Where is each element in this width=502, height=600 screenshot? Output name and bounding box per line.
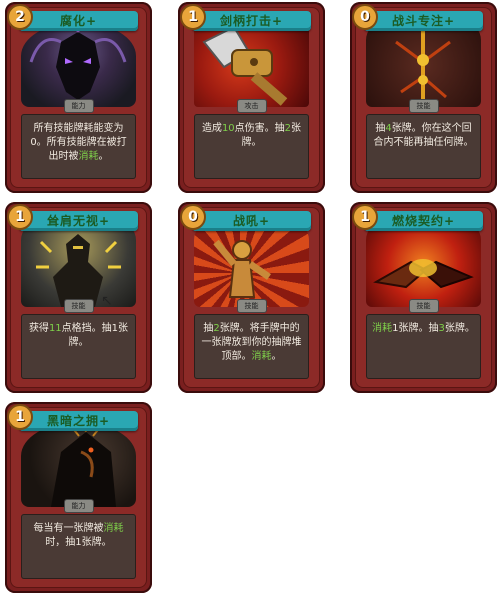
card-banner: 耸肩无视+ [19,211,138,231]
card-shrug-it-off[interactable]: 耸肩无视+ 1 技能 获得11点格挡。抽1张牌。 [5,202,152,393]
description-text: 时，抽1张牌。 [45,537,112,548]
card-description: 所有技能牌耗能变为0。所有技能牌在被打出时被消耗。 [21,114,136,179]
card-battle-trance[interactable]: 战斗专注+ 0 技能 抽4张牌。你在这个回合内不能再抽任何牌。 [350,2,497,193]
description-text: 每当有一张牌被 [33,523,104,534]
energy-cost: 0 [180,204,206,230]
card-banner: 战斗专注+ [364,11,483,31]
card-corruption[interactable]: 腐化+ 2 能力 所有技能牌耗能变为0。所有技能牌在被打出时被消耗。 [5,2,152,193]
description-text: 获得 [28,323,49,334]
description-text: 点伤害。抽 [234,123,285,134]
card-title: 剑柄打击+ [219,14,284,28]
description-text: 1张牌。抽 [392,323,439,334]
card-type: 技能 [237,300,266,312]
card-art [21,22,136,107]
card-burning-pact[interactable]: 燃烧契约+ 1 技能 消耗1张牌。抽3张牌。 [350,202,497,393]
card-type: 技能 [409,100,438,112]
card-type: 能力 [64,100,93,112]
description-text: 。 [271,351,282,362]
card-art [21,222,136,307]
mouse-cursor-icon: ↖ [101,293,113,309]
card-art [366,22,481,107]
card-description: 造成10点伤害。抽2张牌。 [194,114,309,179]
card-art [194,22,309,107]
energy-cost: 1 [180,4,206,30]
card-type: 攻击 [237,100,266,112]
energy-cost: 1 [7,404,33,430]
card-art [366,222,481,307]
keyword-highlight: 消耗 [78,151,99,162]
card-title: 腐化+ [59,14,98,28]
card-banner: 战吼+ [192,211,311,231]
keyword-highlight: 消耗 [372,323,393,334]
keyword-highlight: 10 [221,123,235,134]
card-type: 技能 [64,300,93,312]
card-description: 消耗1张牌。抽3张牌。 [366,314,481,379]
description-text: 张牌。 [444,323,475,334]
card-banner: 黑暗之拥+ [19,411,138,431]
card-title: 战斗专注+ [391,14,456,28]
description-text: 点格挡。抽1张牌。 [61,323,129,348]
card-title: 黑暗之拥+ [46,414,111,428]
keyword-highlight: 消耗 [251,351,272,362]
card-title: 耸肩无视+ [46,214,111,228]
keyword-highlight: 消耗 [103,523,124,534]
description-text: 造成 [201,123,222,134]
card-title: 燃烧契约+ [391,214,456,228]
card-warcry[interactable]: 战吼+ 0 技能 抽2张牌。将手牌中的一张牌放到你的抽牌堆顶部。消耗。 [178,202,325,393]
card-banner: 腐化+ [19,11,138,31]
card-description: 获得11点格挡。抽1张牌。 [21,314,136,379]
card-description: 抽4张牌。你在这个回合内不能再抽任何牌。 [366,114,481,179]
card-art [21,422,136,507]
card-description: 每当有一张牌被消耗时，抽1张牌。 [21,514,136,579]
card-title: 战吼+ [232,214,271,228]
card-type: 能力 [64,500,93,512]
keyword-highlight: 11 [48,323,62,334]
description-text: 抽 [203,323,214,334]
card-description: 抽2张牌。将手牌中的一张牌放到你的抽牌堆顶部。消耗。 [194,314,309,379]
description-text: 。 [98,151,109,162]
card-type: 技能 [409,300,438,312]
card-banner: 剑柄打击+ [192,11,311,31]
card-dark-embrace[interactable]: 黑暗之拥+ 1 能力 每当有一张牌被消耗时，抽1张牌。 [5,402,152,593]
energy-cost: 0 [352,4,378,30]
card-art [194,222,309,307]
energy-cost: 1 [7,204,33,230]
energy-cost: 2 [7,4,33,30]
energy-cost: 1 [352,204,378,230]
card-pommel-strike[interactable]: 剑柄打击+ 1 攻击 造成10点伤害。抽2张牌。 [178,2,325,193]
description-text: 抽 [375,123,386,134]
card-banner: 燃烧契约+ [364,211,483,231]
